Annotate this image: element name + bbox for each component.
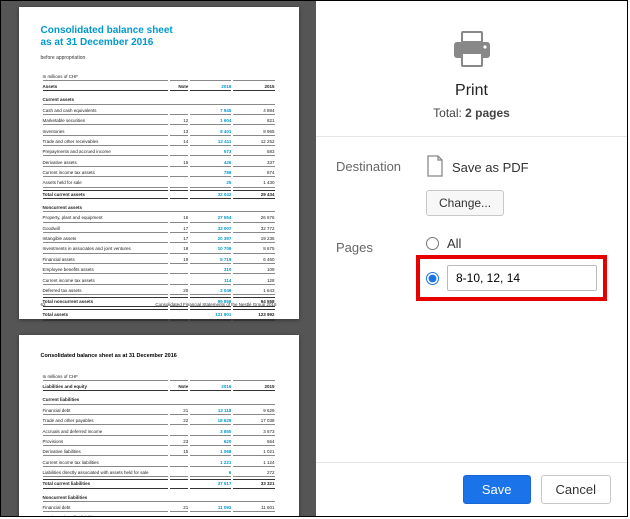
pages-range-option[interactable] [426, 265, 597, 291]
table-row: Employee benefits liabilities8 4207 691 [43, 514, 275, 516]
table-row: Intangible assets1720 39719 236 [43, 235, 275, 243]
table-row: Derivative liabilities151 0681 021 [43, 448, 275, 456]
table-row: Current income tax liabilities1 2211 124 [43, 458, 275, 466]
save-button[interactable]: Save [463, 475, 531, 504]
rows-current: Cash and cash equivalents7 9454 884 Marke… [43, 107, 275, 188]
pages-all-label: All [447, 236, 461, 251]
page-footer: 62 Consolidated Financial Statements of … [41, 302, 277, 307]
doc-title-2: Consolidated balance sheet as at 31 Dece… [41, 353, 277, 359]
table-row: Provisions23620564 [43, 438, 275, 446]
table-row: Trade and other payables2218 62917 038 [43, 417, 275, 425]
table-row: Inventories138 4018 965 [43, 127, 275, 135]
table-row: Cash and cash equivalents7 9454 884 [43, 107, 275, 115]
destination-value: Save as PDF [426, 155, 607, 180]
pages-all-radio[interactable] [426, 237, 439, 250]
destination-text: Save as PDF [452, 160, 529, 175]
panel-title: Print [316, 82, 627, 100]
table-row: Financial debt2111 09111 601 [43, 504, 275, 512]
highlight-annotation [416, 255, 607, 301]
doc-title: Consolidated balance sheet as at 31 Dece… [41, 25, 277, 49]
printer-icon [316, 29, 627, 72]
table-row: Trade and other receivables1412 41112 25… [43, 138, 275, 146]
table-row: Marketable securities121 604821 [43, 117, 275, 125]
preview-pane: Consolidated balance sheet as at 31 Dece… [1, 1, 316, 516]
change-destination-button[interactable]: Change... [426, 190, 504, 216]
table-row: Liabilities directly associated with ass… [43, 469, 275, 477]
table-row: Accruals and deferred income3 8553 673 [43, 427, 275, 435]
panel-total: Total: 2 pages [316, 106, 627, 120]
pages-range-input[interactable] [447, 265, 597, 291]
pages-label: Pages [336, 236, 426, 301]
preview-page-1: Consolidated balance sheet as at 31 Dece… [19, 7, 299, 319]
table-row: Current income tax assets114128 [43, 276, 275, 284]
pages-all-option[interactable]: All [426, 236, 607, 251]
balance-sheet-table: In millions of CHF AssetsNote20162015 Cu… [41, 71, 277, 323]
table-row: Assets held for sale251 430 [43, 179, 275, 187]
pages-row: Pages All [336, 236, 607, 301]
table-row: Financial assets195 7196 460 [43, 256, 275, 264]
print-dialog: Consolidated balance sheet as at 31 Dece… [0, 0, 628, 517]
table-row: Goodwill1733 00732 772 [43, 225, 275, 233]
table-row: Investments in associates and joint vent… [43, 245, 275, 253]
destination-row: Destination Save as PDF Change... [336, 155, 607, 216]
table-row: Prepayments and accrued income573583 [43, 148, 275, 156]
cancel-button[interactable]: Cancel [541, 475, 611, 504]
table-row: Financial debt2112 1189 629 [43, 407, 275, 415]
table-row: Property, plant and equipment1627 55426 … [43, 214, 275, 222]
pdf-file-icon [426, 155, 444, 180]
pages-range-radio[interactable] [426, 272, 439, 285]
table-row: Deferred tax assets202 0491 643 [43, 287, 275, 295]
destination-label: Destination [336, 155, 426, 216]
panel-header: Print Total: 2 pages [316, 1, 627, 137]
panel-footer: Save Cancel [316, 462, 627, 516]
preview-page-2: Consolidated balance sheet as at 31 Dece… [19, 335, 299, 516]
balance-sheet-table-2: In millions of CHF Liabilities and equit… [41, 371, 277, 516]
doc-subtitle: before appropriation [41, 55, 277, 61]
rows-noncurrent: Property, plant and equipment1627 55426 … [43, 214, 275, 295]
options-area: Destination Save as PDF Change... Pages [316, 137, 627, 462]
table-row: Current income tax assets786874 [43, 169, 275, 177]
table-row: Derivative assets15426337 [43, 158, 275, 166]
table-row: Employee benefits assets310109 [43, 266, 275, 274]
print-options-panel: Print Total: 2 pages Destination Save as… [316, 1, 627, 516]
